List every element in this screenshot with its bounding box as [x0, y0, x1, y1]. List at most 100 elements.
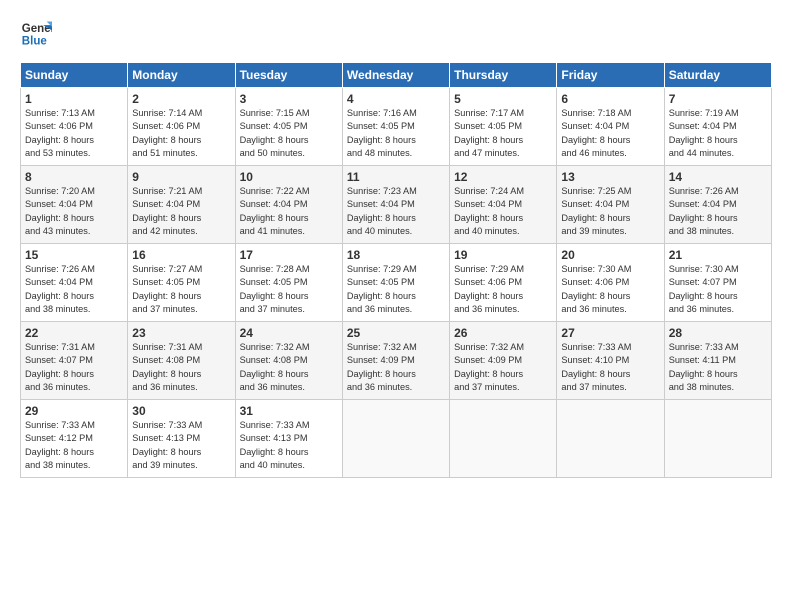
logo: General Blue	[20, 18, 52, 50]
day-info: Sunrise: 7:29 AMSunset: 4:06 PMDaylight:…	[454, 263, 552, 316]
day-info: Sunrise: 7:23 AMSunset: 4:04 PMDaylight:…	[347, 185, 445, 238]
day-info: Sunrise: 7:29 AMSunset: 4:05 PMDaylight:…	[347, 263, 445, 316]
day-info: Sunrise: 7:33 AMSunset: 4:11 PMDaylight:…	[669, 341, 767, 394]
day-number: 4	[347, 92, 445, 106]
day-cell: 20Sunrise: 7:30 AMSunset: 4:06 PMDayligh…	[557, 244, 664, 322]
day-cell: 8Sunrise: 7:20 AMSunset: 4:04 PMDaylight…	[21, 166, 128, 244]
day-cell: 19Sunrise: 7:29 AMSunset: 4:06 PMDayligh…	[450, 244, 557, 322]
day-info: Sunrise: 7:32 AMSunset: 4:08 PMDaylight:…	[240, 341, 338, 394]
day-cell: 7Sunrise: 7:19 AMSunset: 4:04 PMDaylight…	[664, 88, 771, 166]
week-row-0: 1Sunrise: 7:13 AMSunset: 4:06 PMDaylight…	[21, 88, 772, 166]
day-cell: 17Sunrise: 7:28 AMSunset: 4:05 PMDayligh…	[235, 244, 342, 322]
day-number: 16	[132, 248, 230, 262]
day-cell: 21Sunrise: 7:30 AMSunset: 4:07 PMDayligh…	[664, 244, 771, 322]
day-info: Sunrise: 7:19 AMSunset: 4:04 PMDaylight:…	[669, 107, 767, 160]
day-cell: 26Sunrise: 7:32 AMSunset: 4:09 PMDayligh…	[450, 322, 557, 400]
day-info: Sunrise: 7:32 AMSunset: 4:09 PMDaylight:…	[347, 341, 445, 394]
day-cell: 12Sunrise: 7:24 AMSunset: 4:04 PMDayligh…	[450, 166, 557, 244]
day-cell: 18Sunrise: 7:29 AMSunset: 4:05 PMDayligh…	[342, 244, 449, 322]
day-number: 13	[561, 170, 659, 184]
day-info: Sunrise: 7:20 AMSunset: 4:04 PMDaylight:…	[25, 185, 123, 238]
week-row-4: 29Sunrise: 7:33 AMSunset: 4:12 PMDayligh…	[21, 400, 772, 478]
day-cell: 24Sunrise: 7:32 AMSunset: 4:08 PMDayligh…	[235, 322, 342, 400]
weekday-sunday: Sunday	[21, 63, 128, 88]
weekday-header-row: SundayMondayTuesdayWednesdayThursdayFrid…	[21, 63, 772, 88]
day-cell: 31Sunrise: 7:33 AMSunset: 4:13 PMDayligh…	[235, 400, 342, 478]
day-number: 21	[669, 248, 767, 262]
day-cell: 15Sunrise: 7:26 AMSunset: 4:04 PMDayligh…	[21, 244, 128, 322]
day-cell: 23Sunrise: 7:31 AMSunset: 4:08 PMDayligh…	[128, 322, 235, 400]
day-number: 20	[561, 248, 659, 262]
day-info: Sunrise: 7:21 AMSunset: 4:04 PMDaylight:…	[132, 185, 230, 238]
day-info: Sunrise: 7:26 AMSunset: 4:04 PMDaylight:…	[25, 263, 123, 316]
day-cell: 14Sunrise: 7:26 AMSunset: 4:04 PMDayligh…	[664, 166, 771, 244]
calendar-table: SundayMondayTuesdayWednesdayThursdayFrid…	[20, 62, 772, 478]
day-number: 6	[561, 92, 659, 106]
day-number: 12	[454, 170, 552, 184]
day-cell	[664, 400, 771, 478]
day-number: 23	[132, 326, 230, 340]
day-number: 2	[132, 92, 230, 106]
day-number: 27	[561, 326, 659, 340]
day-info: Sunrise: 7:31 AMSunset: 4:08 PMDaylight:…	[132, 341, 230, 394]
day-cell: 5Sunrise: 7:17 AMSunset: 4:05 PMDaylight…	[450, 88, 557, 166]
day-number: 9	[132, 170, 230, 184]
logo-icon: General Blue	[20, 18, 52, 50]
day-cell: 1Sunrise: 7:13 AMSunset: 4:06 PMDaylight…	[21, 88, 128, 166]
day-number: 14	[669, 170, 767, 184]
day-info: Sunrise: 7:31 AMSunset: 4:07 PMDaylight:…	[25, 341, 123, 394]
day-info: Sunrise: 7:22 AMSunset: 4:04 PMDaylight:…	[240, 185, 338, 238]
day-info: Sunrise: 7:33 AMSunset: 4:13 PMDaylight:…	[240, 419, 338, 472]
day-cell: 25Sunrise: 7:32 AMSunset: 4:09 PMDayligh…	[342, 322, 449, 400]
day-info: Sunrise: 7:15 AMSunset: 4:05 PMDaylight:…	[240, 107, 338, 160]
weekday-thursday: Thursday	[450, 63, 557, 88]
weekday-wednesday: Wednesday	[342, 63, 449, 88]
day-number: 29	[25, 404, 123, 418]
day-number: 26	[454, 326, 552, 340]
day-number: 8	[25, 170, 123, 184]
day-info: Sunrise: 7:24 AMSunset: 4:04 PMDaylight:…	[454, 185, 552, 238]
week-row-1: 8Sunrise: 7:20 AMSunset: 4:04 PMDaylight…	[21, 166, 772, 244]
day-info: Sunrise: 7:33 AMSunset: 4:12 PMDaylight:…	[25, 419, 123, 472]
day-info: Sunrise: 7:26 AMSunset: 4:04 PMDaylight:…	[669, 185, 767, 238]
day-cell: 28Sunrise: 7:33 AMSunset: 4:11 PMDayligh…	[664, 322, 771, 400]
day-info: Sunrise: 7:13 AMSunset: 4:06 PMDaylight:…	[25, 107, 123, 160]
day-cell: 11Sunrise: 7:23 AMSunset: 4:04 PMDayligh…	[342, 166, 449, 244]
weekday-friday: Friday	[557, 63, 664, 88]
day-info: Sunrise: 7:33 AMSunset: 4:13 PMDaylight:…	[132, 419, 230, 472]
weekday-tuesday: Tuesday	[235, 63, 342, 88]
day-cell: 10Sunrise: 7:22 AMSunset: 4:04 PMDayligh…	[235, 166, 342, 244]
day-info: Sunrise: 7:17 AMSunset: 4:05 PMDaylight:…	[454, 107, 552, 160]
day-info: Sunrise: 7:30 AMSunset: 4:06 PMDaylight:…	[561, 263, 659, 316]
day-number: 1	[25, 92, 123, 106]
day-info: Sunrise: 7:33 AMSunset: 4:10 PMDaylight:…	[561, 341, 659, 394]
day-cell	[342, 400, 449, 478]
day-info: Sunrise: 7:18 AMSunset: 4:04 PMDaylight:…	[561, 107, 659, 160]
day-number: 3	[240, 92, 338, 106]
day-cell: 6Sunrise: 7:18 AMSunset: 4:04 PMDaylight…	[557, 88, 664, 166]
day-number: 11	[347, 170, 445, 184]
day-cell: 13Sunrise: 7:25 AMSunset: 4:04 PMDayligh…	[557, 166, 664, 244]
svg-text:Blue: Blue	[22, 36, 48, 48]
day-cell: 16Sunrise: 7:27 AMSunset: 4:05 PMDayligh…	[128, 244, 235, 322]
day-number: 25	[347, 326, 445, 340]
day-number: 18	[347, 248, 445, 262]
day-info: Sunrise: 7:32 AMSunset: 4:09 PMDaylight:…	[454, 341, 552, 394]
week-row-2: 15Sunrise: 7:26 AMSunset: 4:04 PMDayligh…	[21, 244, 772, 322]
day-number: 19	[454, 248, 552, 262]
day-info: Sunrise: 7:14 AMSunset: 4:06 PMDaylight:…	[132, 107, 230, 160]
svg-text:General: General	[22, 23, 52, 35]
day-number: 15	[25, 248, 123, 262]
day-number: 22	[25, 326, 123, 340]
day-cell	[450, 400, 557, 478]
day-cell: 30Sunrise: 7:33 AMSunset: 4:13 PMDayligh…	[128, 400, 235, 478]
day-cell	[557, 400, 664, 478]
day-number: 5	[454, 92, 552, 106]
day-cell: 4Sunrise: 7:16 AMSunset: 4:05 PMDaylight…	[342, 88, 449, 166]
day-cell: 27Sunrise: 7:33 AMSunset: 4:10 PMDayligh…	[557, 322, 664, 400]
day-number: 10	[240, 170, 338, 184]
day-info: Sunrise: 7:25 AMSunset: 4:04 PMDaylight:…	[561, 185, 659, 238]
day-cell: 3Sunrise: 7:15 AMSunset: 4:05 PMDaylight…	[235, 88, 342, 166]
day-number: 31	[240, 404, 338, 418]
day-cell: 22Sunrise: 7:31 AMSunset: 4:07 PMDayligh…	[21, 322, 128, 400]
